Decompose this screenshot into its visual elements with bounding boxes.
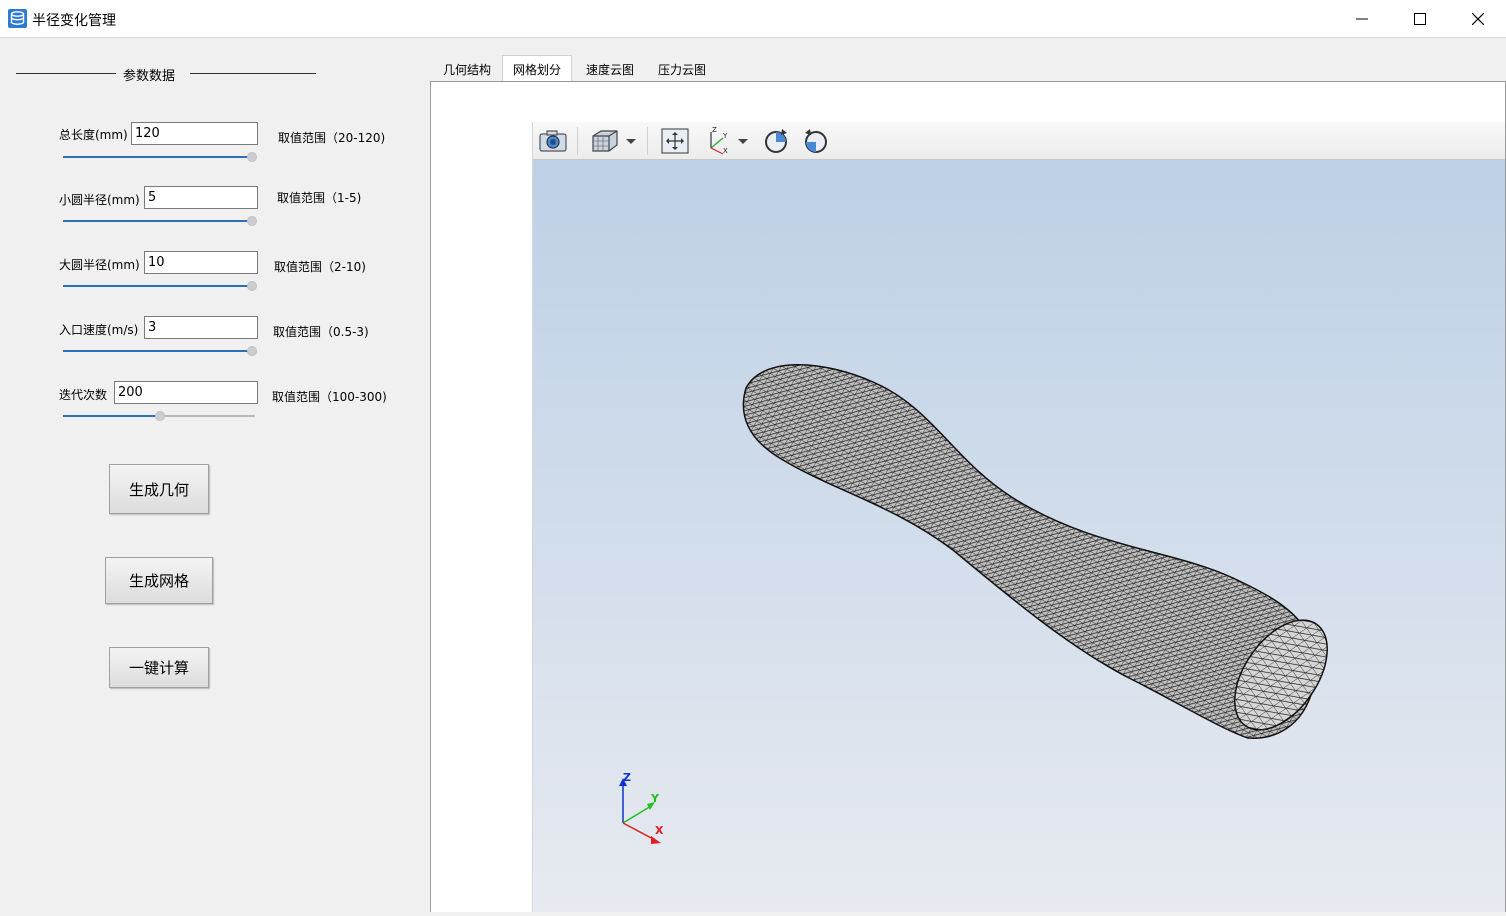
close-icon bbox=[1472, 13, 1484, 25]
axis-z-label: Z bbox=[623, 771, 631, 784]
app-database-icon bbox=[8, 9, 27, 28]
inlet-velocity-input[interactable] bbox=[144, 316, 258, 339]
small-radius-range: 取值范围（1-5) bbox=[277, 191, 362, 205]
large-radius-input[interactable] bbox=[144, 251, 258, 274]
tab-pressure[interactable]: 压力云图 bbox=[646, 57, 718, 82]
total-length-label: 总长度(mm) bbox=[59, 128, 128, 142]
mesh-body bbox=[742, 364, 1316, 739]
maximize-button[interactable] bbox=[1391, 0, 1449, 38]
total-length-input[interactable] bbox=[131, 122, 258, 145]
iterations-label: 迭代次数 bbox=[59, 388, 108, 402]
large-radius-range: 取值范围（2-10) bbox=[274, 260, 366, 274]
chevron-down-icon[interactable] bbox=[625, 126, 637, 156]
3d-viewport[interactable]: Z Y X bbox=[533, 160, 1505, 912]
inlet-velocity-range: 取值范围（0.5-3) bbox=[273, 325, 369, 339]
slider-handle[interactable] bbox=[247, 216, 257, 226]
inlet-velocity-slider[interactable] bbox=[63, 346, 257, 357]
fit-view-icon[interactable] bbox=[659, 126, 691, 156]
iterations-range: 取值范围（100-300) bbox=[272, 390, 387, 404]
divider bbox=[190, 73, 316, 74]
compute-button[interactable]: 一键计算 bbox=[109, 647, 209, 688]
small-radius-slider[interactable] bbox=[63, 216, 257, 227]
slider-handle[interactable] bbox=[247, 281, 257, 291]
camera-icon[interactable] bbox=[537, 126, 569, 156]
total-length-range: 取值范围（20-120) bbox=[278, 131, 386, 145]
rotate-cw-icon[interactable] bbox=[761, 126, 791, 156]
params-group-header: 参数数据 bbox=[16, 65, 316, 84]
small-radius-input[interactable] bbox=[144, 186, 258, 209]
chevron-down-icon[interactable] bbox=[737, 126, 749, 156]
axis-y-label: Y bbox=[650, 792, 660, 805]
minimize-icon bbox=[1356, 18, 1368, 20]
svg-text:X: X bbox=[723, 147, 728, 155]
view-cube-icon[interactable] bbox=[589, 126, 621, 156]
viewer-toolbar: Z Y X bbox=[533, 122, 1505, 160]
svg-text:Y: Y bbox=[722, 132, 728, 140]
mesh-render: Z Y X bbox=[619, 364, 1328, 844]
axes-icon[interactable]: Z Y X bbox=[703, 126, 731, 156]
rotate-ccw-icon[interactable] bbox=[801, 126, 831, 156]
slider-handle[interactable] bbox=[247, 152, 257, 162]
generate-geometry-button[interactable]: 生成几何 bbox=[109, 464, 209, 514]
maximize-icon bbox=[1414, 13, 1426, 25]
generate-mesh-button[interactable]: 生成网格 bbox=[105, 557, 213, 604]
parameter-panel: 参数数据 总长度(mm) 取值范围（20-120) 小圆半径(mm) 取值范围（… bbox=[0, 39, 430, 912]
svg-text:Z: Z bbox=[712, 126, 717, 134]
toolbar-separator bbox=[577, 127, 578, 155]
axis-triad: Z Y X bbox=[619, 771, 664, 844]
large-radius-slider[interactable] bbox=[63, 281, 257, 292]
slider-handle[interactable] bbox=[247, 346, 257, 356]
iterations-slider[interactable] bbox=[63, 411, 257, 422]
large-radius-label: 大圆半径(mm) bbox=[59, 258, 140, 272]
tab-geometry[interactable]: 几何结构 bbox=[432, 57, 502, 82]
axis-x-label: X bbox=[655, 824, 664, 837]
mesh-viewer: Z Y X Z Y X bbox=[532, 122, 1505, 912]
tab-velocity[interactable]: 速度云图 bbox=[574, 57, 646, 82]
minimize-button[interactable] bbox=[1333, 0, 1391, 38]
divider bbox=[16, 73, 116, 74]
window-title: 半径变化管理 bbox=[32, 13, 116, 29]
title-bar: 半径变化管理 bbox=[0, 0, 1506, 38]
toolbar-separator bbox=[647, 127, 648, 155]
iterations-input[interactable] bbox=[114, 381, 258, 404]
inlet-velocity-label: 入口速度(m/s) bbox=[59, 323, 139, 337]
slider-handle[interactable] bbox=[155, 411, 165, 421]
close-button[interactable] bbox=[1449, 0, 1506, 38]
small-radius-label: 小圆半径(mm) bbox=[59, 193, 140, 207]
params-group-title: 参数数据 bbox=[123, 69, 176, 84]
total-length-slider[interactable] bbox=[63, 152, 257, 163]
tab-mesh[interactable]: 网格划分 bbox=[502, 55, 572, 82]
